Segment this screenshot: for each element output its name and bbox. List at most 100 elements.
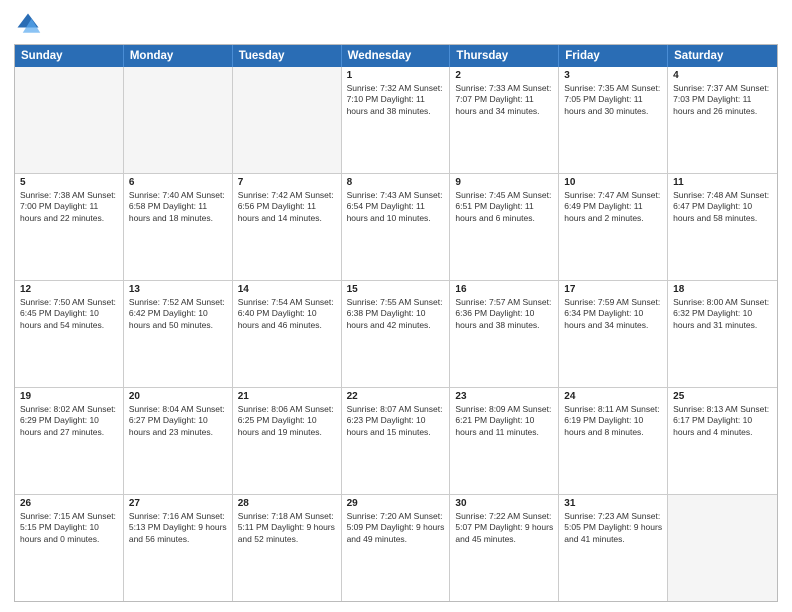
cal-cell: 1 Sunrise: 7:32 AM Sunset: 7:10 PM Daylig… xyxy=(342,67,451,173)
cal-cell: 10 Sunrise: 7:47 AM Sunset: 6:49 PM Dayli… xyxy=(559,174,668,280)
cal-row: 1 Sunrise: 7:32 AM Sunset: 7:10 PM Daylig… xyxy=(15,67,777,174)
cell-info: Sunrise: 7:42 AM Sunset: 6:56 PM Dayligh… xyxy=(238,190,336,224)
cal-cell: 6Sunrise: 7:40 AM Sunset: 6:58 PM Daylig… xyxy=(124,174,233,280)
weekday-header: Tuesday xyxy=(233,45,342,67)
cell-info: Sunrise: 7:32 AM Sunset: 7:10 PM Dayligh… xyxy=(347,83,445,117)
cell-day-number: 2 xyxy=(455,70,553,81)
cal-row: 26 Sunrise: 7:15 AM Sunset: 5:15 PM Dayli… xyxy=(15,495,777,601)
cell-day-number: 29 xyxy=(347,498,445,509)
cell-day-number: 3 xyxy=(564,70,662,81)
cal-cell: 30 Sunrise: 7:22 AM Sunset: 5:07 PM Dayli… xyxy=(450,495,559,601)
cal-cell: 26 Sunrise: 7:15 AM Sunset: 5:15 PM Dayli… xyxy=(15,495,124,601)
cell-day-number: 21 xyxy=(238,391,336,402)
weekday-header: Friday xyxy=(559,45,668,67)
cell-day-number: 22 xyxy=(347,391,445,402)
cell-info: Sunrise: 7:57 AM Sunset: 6:36 PM Dayligh… xyxy=(455,297,553,331)
cal-cell: 31 Sunrise: 7:23 AM Sunset: 5:05 PM Dayli… xyxy=(559,495,668,601)
cal-cell: 20 Sunrise: 8:04 AM Sunset: 6:27 PM Dayli… xyxy=(124,388,233,494)
cell-info: Sunrise: 7:54 AM Sunset: 6:40 PM Dayligh… xyxy=(238,297,336,331)
weekday-header: Sunday xyxy=(15,45,124,67)
cell-info: Sunrise: 7:38 AM Sunset: 7:00 PM Dayligh… xyxy=(20,190,118,224)
cal-body: 1 Sunrise: 7:32 AM Sunset: 7:10 PM Daylig… xyxy=(15,67,777,601)
logo xyxy=(14,10,46,38)
cell-day-number: 27 xyxy=(129,498,227,509)
cal-cell: 4 Sunrise: 7:37 AM Sunset: 7:03 PM Daylig… xyxy=(668,67,777,173)
cell-info: Sunrise: 7:35 AM Sunset: 7:05 PM Dayligh… xyxy=(564,83,662,117)
logo-icon xyxy=(14,10,42,38)
cell-info: Sunrise: 8:09 AM Sunset: 6:21 PM Dayligh… xyxy=(455,404,553,438)
cal-cell: 14Sunrise: 7:54 AM Sunset: 6:40 PM Dayli… xyxy=(233,281,342,387)
cal-row: 5 Sunrise: 7:38 AM Sunset: 7:00 PM Daylig… xyxy=(15,174,777,281)
cell-day-number: 10 xyxy=(564,177,662,188)
cell-info: Sunrise: 7:23 AM Sunset: 5:05 PM Dayligh… xyxy=(564,511,662,545)
cal-cell: 18Sunrise: 8:00 AM Sunset: 6:32 PM Dayli… xyxy=(668,281,777,387)
cell-info: Sunrise: 7:22 AM Sunset: 5:07 PM Dayligh… xyxy=(455,511,553,545)
cell-info: Sunrise: 8:04 AM Sunset: 6:27 PM Dayligh… xyxy=(129,404,227,438)
cell-info: Sunrise: 7:33 AM Sunset: 7:07 PM Dayligh… xyxy=(455,83,553,117)
cell-info: Sunrise: 7:52 AM Sunset: 6:42 PM Dayligh… xyxy=(129,297,227,331)
cell-day-number: 15 xyxy=(347,284,445,295)
cell-info: Sunrise: 7:20 AM Sunset: 5:09 PM Dayligh… xyxy=(347,511,445,545)
cell-day-number: 13 xyxy=(129,284,227,295)
cell-day-number: 4 xyxy=(673,70,772,81)
cell-info: Sunrise: 7:47 AM Sunset: 6:49 PM Dayligh… xyxy=(564,190,662,224)
weekday-header: Wednesday xyxy=(342,45,451,67)
cell-info: Sunrise: 7:43 AM Sunset: 6:54 PM Dayligh… xyxy=(347,190,445,224)
cell-day-number: 19 xyxy=(20,391,118,402)
cell-day-number: 30 xyxy=(455,498,553,509)
cell-day-number: 8 xyxy=(347,177,445,188)
cal-cell: 7 Sunrise: 7:42 AM Sunset: 6:56 PM Daylig… xyxy=(233,174,342,280)
cell-day-number: 1 xyxy=(347,70,445,81)
cal-cell: 27 Sunrise: 7:16 AM Sunset: 5:13 PM Dayli… xyxy=(124,495,233,601)
cal-cell: 21 Sunrise: 8:06 AM Sunset: 6:25 PM Dayli… xyxy=(233,388,342,494)
cal-cell xyxy=(124,67,233,173)
cal-cell: 23 Sunrise: 8:09 AM Sunset: 6:21 PM Dayli… xyxy=(450,388,559,494)
cell-day-number: 7 xyxy=(238,177,336,188)
cell-info: Sunrise: 8:07 AM Sunset: 6:23 PM Dayligh… xyxy=(347,404,445,438)
cell-day-number: 26 xyxy=(20,498,118,509)
cal-cell: 11Sunrise: 7:48 AM Sunset: 6:47 PM Dayli… xyxy=(668,174,777,280)
cal-cell: 9Sunrise: 7:45 AM Sunset: 6:51 PM Daylig… xyxy=(450,174,559,280)
cell-info: Sunrise: 7:48 AM Sunset: 6:47 PM Dayligh… xyxy=(673,190,772,224)
cell-info: Sunrise: 7:55 AM Sunset: 6:38 PM Dayligh… xyxy=(347,297,445,331)
cell-info: Sunrise: 8:13 AM Sunset: 6:17 PM Dayligh… xyxy=(673,404,772,438)
cell-day-number: 23 xyxy=(455,391,553,402)
cell-info: Sunrise: 7:15 AM Sunset: 5:15 PM Dayligh… xyxy=(20,511,118,545)
cal-cell: 29 Sunrise: 7:20 AM Sunset: 5:09 PM Dayli… xyxy=(342,495,451,601)
cell-info: Sunrise: 8:06 AM Sunset: 6:25 PM Dayligh… xyxy=(238,404,336,438)
cal-cell xyxy=(233,67,342,173)
cell-day-number: 17 xyxy=(564,284,662,295)
cal-cell: 15 Sunrise: 7:55 AM Sunset: 6:38 PM Dayli… xyxy=(342,281,451,387)
cell-day-number: 20 xyxy=(129,391,227,402)
cell-day-number: 5 xyxy=(20,177,118,188)
cell-day-number: 28 xyxy=(238,498,336,509)
calendar: SundayMondayTuesdayWednesdayThursdayFrid… xyxy=(14,44,778,602)
cal-cell: 19 Sunrise: 8:02 AM Sunset: 6:29 PM Dayli… xyxy=(15,388,124,494)
weekday-header: Monday xyxy=(124,45,233,67)
cal-row: 19 Sunrise: 8:02 AM Sunset: 6:29 PM Dayli… xyxy=(15,388,777,495)
cal-cell: 16 Sunrise: 7:57 AM Sunset: 6:36 PM Dayli… xyxy=(450,281,559,387)
cell-day-number: 24 xyxy=(564,391,662,402)
cell-info: Sunrise: 7:50 AM Sunset: 6:45 PM Dayligh… xyxy=(20,297,118,331)
cell-day-number: 31 xyxy=(564,498,662,509)
cal-cell: 28 Sunrise: 7:18 AM Sunset: 5:11 PM Dayli… xyxy=(233,495,342,601)
cell-info: Sunrise: 8:02 AM Sunset: 6:29 PM Dayligh… xyxy=(20,404,118,438)
cell-day-number: 12 xyxy=(20,284,118,295)
cell-day-number: 25 xyxy=(673,391,772,402)
cell-day-number: 9 xyxy=(455,177,553,188)
cal-cell: 12 Sunrise: 7:50 AM Sunset: 6:45 PM Dayli… xyxy=(15,281,124,387)
cell-info: Sunrise: 7:16 AM Sunset: 5:13 PM Dayligh… xyxy=(129,511,227,545)
cal-cell: 25 Sunrise: 8:13 AM Sunset: 6:17 PM Dayli… xyxy=(668,388,777,494)
cell-day-number: 16 xyxy=(455,284,553,295)
cal-cell xyxy=(668,495,777,601)
cal-cell xyxy=(15,67,124,173)
page: SundayMondayTuesdayWednesdayThursdayFrid… xyxy=(0,0,792,612)
cal-cell: 17Sunrise: 7:59 AM Sunset: 6:34 PM Dayli… xyxy=(559,281,668,387)
cal-cell: 5 Sunrise: 7:38 AM Sunset: 7:00 PM Daylig… xyxy=(15,174,124,280)
cal-cell: 22 Sunrise: 8:07 AM Sunset: 6:23 PM Dayli… xyxy=(342,388,451,494)
cal-cell: 13 Sunrise: 7:52 AM Sunset: 6:42 PM Dayli… xyxy=(124,281,233,387)
cal-cell: 24Sunrise: 8:11 AM Sunset: 6:19 PM Dayli… xyxy=(559,388,668,494)
weekday-header: Saturday xyxy=(668,45,777,67)
cell-info: Sunrise: 7:18 AM Sunset: 5:11 PM Dayligh… xyxy=(238,511,336,545)
cell-info: Sunrise: 7:37 AM Sunset: 7:03 PM Dayligh… xyxy=(673,83,772,117)
